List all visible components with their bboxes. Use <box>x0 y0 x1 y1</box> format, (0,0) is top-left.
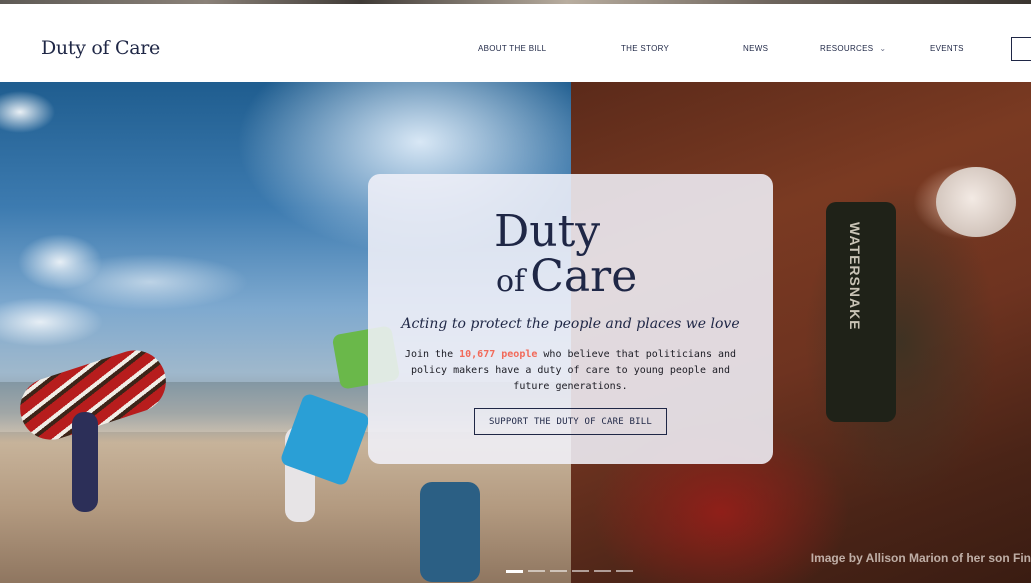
nav-the-story[interactable]: THE STORY <box>621 44 669 53</box>
site-logo[interactable]: Duty of Care <box>41 37 160 59</box>
child-figure-3 <box>420 482 480 582</box>
site-header: Duty of Care ABOUT THE BILL THE STORY NE… <box>0 4 1031 82</box>
nav-resources[interactable]: RESOURCES ⌄ <box>820 44 886 53</box>
nav-resources-label: RESOURCES <box>820 44 874 53</box>
slider-dot[interactable] <box>594 570 611 572</box>
chevron-down-icon: ⌄ <box>879 44 887 53</box>
body-prefix: Join the <box>404 349 460 360</box>
support-bill-button[interactable]: SUPPORT THE DUTY OF CARE BILL <box>474 408 667 435</box>
vest-text: WATERSNAKE <box>847 222 863 331</box>
nav-news[interactable]: NEWS <box>743 44 768 53</box>
nav-about-the-bill[interactable]: ABOUT THE BILL <box>478 44 546 53</box>
slider-dot[interactable] <box>572 570 589 572</box>
slider-dot[interactable] <box>506 570 523 573</box>
header-action-button[interactable] <box>1011 37 1031 61</box>
card-logo-care: Care <box>530 251 638 302</box>
photo-credit: Image by Allison Marion of her son Fin <box>810 551 1031 565</box>
slider-dots <box>506 570 636 573</box>
slider-dot[interactable] <box>528 570 545 572</box>
supporter-count: 10,677 people <box>459 349 538 360</box>
hero-body-text: Join the 10,677 people who believe that … <box>392 347 749 395</box>
card-logo-of: of <box>496 264 526 299</box>
child-figure-1 <box>72 412 98 512</box>
card-logo-of-care: of Care <box>496 255 637 299</box>
nav-events[interactable]: EVENTS <box>930 44 964 53</box>
slider-dot[interactable] <box>550 570 567 572</box>
card-logo-duty: Duty <box>494 206 601 257</box>
hero-tagline: Acting to protect the people and places … <box>401 316 740 332</box>
slider-dot[interactable] <box>616 570 633 572</box>
face-mask <box>936 167 1016 237</box>
